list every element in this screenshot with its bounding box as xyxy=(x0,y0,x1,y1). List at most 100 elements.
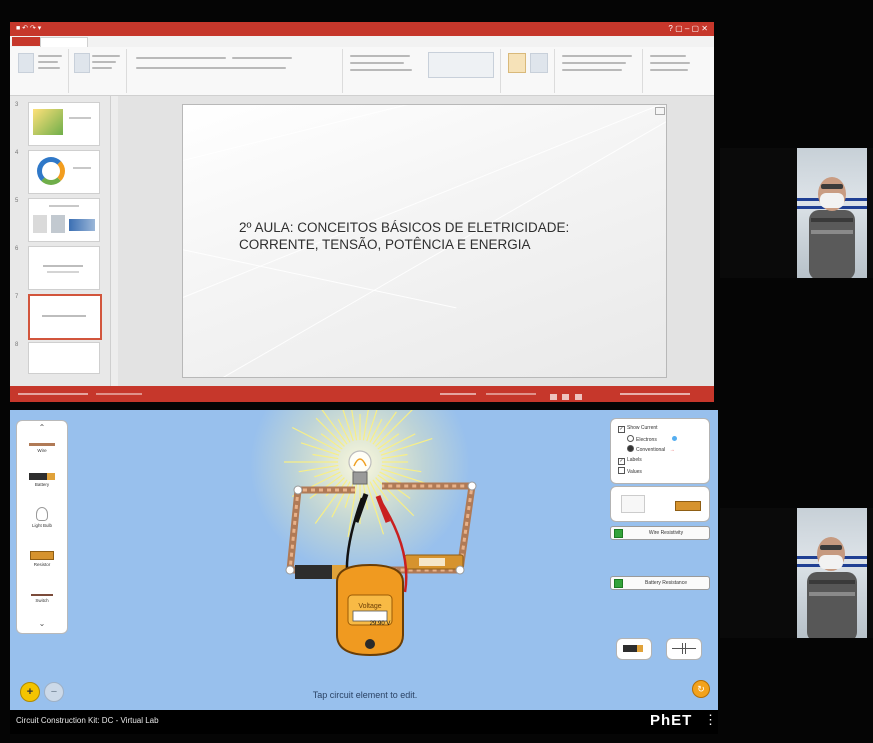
window-controls[interactable]: ? ▢ – ▢ ✕ xyxy=(668,22,708,36)
slide-thumbnails: 3 4 5 6 7 8 xyxy=(10,96,111,386)
ribbon-group-drawing xyxy=(556,49,643,93)
slide-number: 6 xyxy=(15,246,19,252)
chevron-down-icon[interactable]: ⌄ xyxy=(27,619,57,629)
radio-icon xyxy=(627,445,634,452)
ribbon-group-clipboard xyxy=(12,49,69,93)
capacitor-icon xyxy=(672,648,696,649)
toolbox-switch[interactable]: Switch xyxy=(17,587,67,603)
labels-checkbox[interactable]: ✓ Labels xyxy=(618,457,642,465)
show-current-checkbox[interactable]: ✓ Show Current xyxy=(618,425,658,433)
wire-resistivity-button[interactable]: Wire Resistivity xyxy=(610,526,710,540)
new-slide-icon[interactable] xyxy=(74,53,90,73)
tab-home[interactable] xyxy=(40,37,88,47)
participant-figure xyxy=(807,537,857,638)
view-buttons[interactable] xyxy=(550,391,610,400)
conventional-radio[interactable]: Conventional → xyxy=(627,445,675,453)
toolbox-label: Wire xyxy=(37,448,47,453)
slide-number: 5 xyxy=(15,198,19,204)
checkbox-icon: ✓ xyxy=(618,426,625,433)
tab-slideshow[interactable] xyxy=(230,37,300,46)
toolbox-wire[interactable]: Wire xyxy=(17,443,67,453)
menu-icon[interactable]: ⋮ xyxy=(704,713,717,726)
slide-thumbnail[interactable] xyxy=(28,102,100,146)
capacitor-mode-button[interactable] xyxy=(666,638,702,660)
slide-number: 4 xyxy=(15,150,19,156)
quick-styles-icon[interactable] xyxy=(530,53,548,73)
electrons-radio[interactable]: Electrons xyxy=(627,435,678,443)
toolbox-light-bulb[interactable]: Light Bulb xyxy=(17,507,67,528)
option-label: Show Current xyxy=(627,425,658,431)
slide-number: 8 xyxy=(15,342,19,348)
tab-design[interactable] xyxy=(118,37,150,46)
toolbox-label: Battery xyxy=(34,482,50,487)
participant-figure xyxy=(809,177,855,278)
battery-icon xyxy=(623,645,643,652)
toolbox-label: Light Bulb xyxy=(31,523,52,528)
tab-animations[interactable] xyxy=(190,37,230,46)
toolbox-resistor[interactable]: Resistor xyxy=(17,551,67,567)
slide-corner-icon xyxy=(655,107,665,115)
ammeter-tool-icon[interactable] xyxy=(675,501,701,511)
slide-canvas[interactable]: 2º AULA: CONCEITOS BÁSICOS DE ELETRICIDA… xyxy=(182,104,667,378)
tab-view[interactable] xyxy=(336,37,372,46)
button-label: Battery Resistance xyxy=(645,580,687,586)
ribbon-group-editing xyxy=(644,49,704,93)
voltmeter[interactable] xyxy=(336,563,404,657)
tab-insert[interactable] xyxy=(86,37,120,46)
slide-thumbnail-selected[interactable] xyxy=(28,294,102,340)
measurement-tools-panel xyxy=(610,486,710,522)
battery-mode-button[interactable] xyxy=(616,638,652,660)
toolbox-label: Resistor xyxy=(33,562,51,567)
slide-thumbnail[interactable] xyxy=(28,150,100,194)
reset-all-button[interactable]: ↻ xyxy=(692,680,710,698)
edit-hint: Tap circuit element to edit. xyxy=(312,690,418,700)
expand-icon xyxy=(614,579,623,588)
powerpoint-window: ■ ↶ ↷ ▾ ? ▢ – ▢ ✕ 3 4 5 6 7 8 2º AULA: C… xyxy=(10,22,714,402)
button-label: Wire Resistivity xyxy=(648,530,684,536)
voltmeter-reading: 29.90 V xyxy=(369,621,391,627)
ribbon-group-slides xyxy=(70,49,127,93)
slide-thumbnail[interactable] xyxy=(28,198,100,242)
tab-file[interactable] xyxy=(12,37,42,46)
ribbon-group-arrange xyxy=(502,49,555,93)
slide-thumbnail[interactable] xyxy=(28,246,100,290)
participant-video-2[interactable] xyxy=(720,508,873,638)
slide-editing-area: 2º AULA: CONCEITOS BÁSICOS DE ELETRICIDA… xyxy=(118,96,714,386)
checkbox-icon xyxy=(618,467,625,474)
expand-icon xyxy=(614,529,623,538)
slide-title[interactable]: 2º AULA: CONCEITOS BÁSICOS DE ELETRICIDA… xyxy=(239,219,659,253)
ppt-status-bar xyxy=(10,386,714,402)
voltmeter-label: Voltage xyxy=(358,603,382,610)
thumbnail-scrollbar[interactable] xyxy=(111,96,118,386)
ribbon-group-paragraph xyxy=(344,49,501,93)
checkbox-icon: ✓ xyxy=(618,458,625,465)
bulb-glow xyxy=(250,410,470,575)
participant-video-1[interactable] xyxy=(720,148,873,278)
paste-icon[interactable] xyxy=(18,53,34,73)
phet-navigation-bar: Circuit Construction Kit: DC - Virtual L… xyxy=(10,710,718,734)
tab-review[interactable] xyxy=(300,37,336,46)
arrow-right-icon: → xyxy=(669,447,675,453)
option-label: Values xyxy=(627,469,642,475)
tab-transitions[interactable] xyxy=(150,37,190,46)
radio-icon xyxy=(627,435,634,442)
toolbox-battery[interactable]: Battery xyxy=(17,473,67,487)
values-checkbox[interactable]: Values xyxy=(618,467,642,475)
option-label: Conventional xyxy=(636,447,666,453)
zoom-out-button[interactable]: − xyxy=(44,682,64,702)
battery-resistance-button[interactable]: Battery Resistance xyxy=(610,576,710,590)
component-toolbox: ⌃ Wire Battery Light Bulb Resistor Switc… xyxy=(16,420,68,634)
sim-title: Circuit Construction Kit: DC - Virtual L… xyxy=(16,716,159,725)
phet-logo[interactable]: PhET xyxy=(650,712,692,729)
voltmeter-tool-icon[interactable] xyxy=(621,495,645,513)
zoom-slider[interactable] xyxy=(620,393,690,395)
slide-title-line2: CORRENTE, TENSÃO, POTÊNCIA E ENERGIA xyxy=(239,237,531,252)
arrange-icon[interactable] xyxy=(508,53,526,73)
ribbon xyxy=(10,47,714,96)
resistor[interactable] xyxy=(404,554,464,570)
toolbox-scroll-up[interactable]: ⌃ xyxy=(27,423,57,433)
slide-thumbnail[interactable] xyxy=(28,342,100,374)
shapes-gallery[interactable] xyxy=(428,52,494,78)
quick-access-toolbar[interactable]: ■ ↶ ↷ ▾ xyxy=(16,25,66,33)
zoom-in-button[interactable]: + xyxy=(20,682,40,702)
